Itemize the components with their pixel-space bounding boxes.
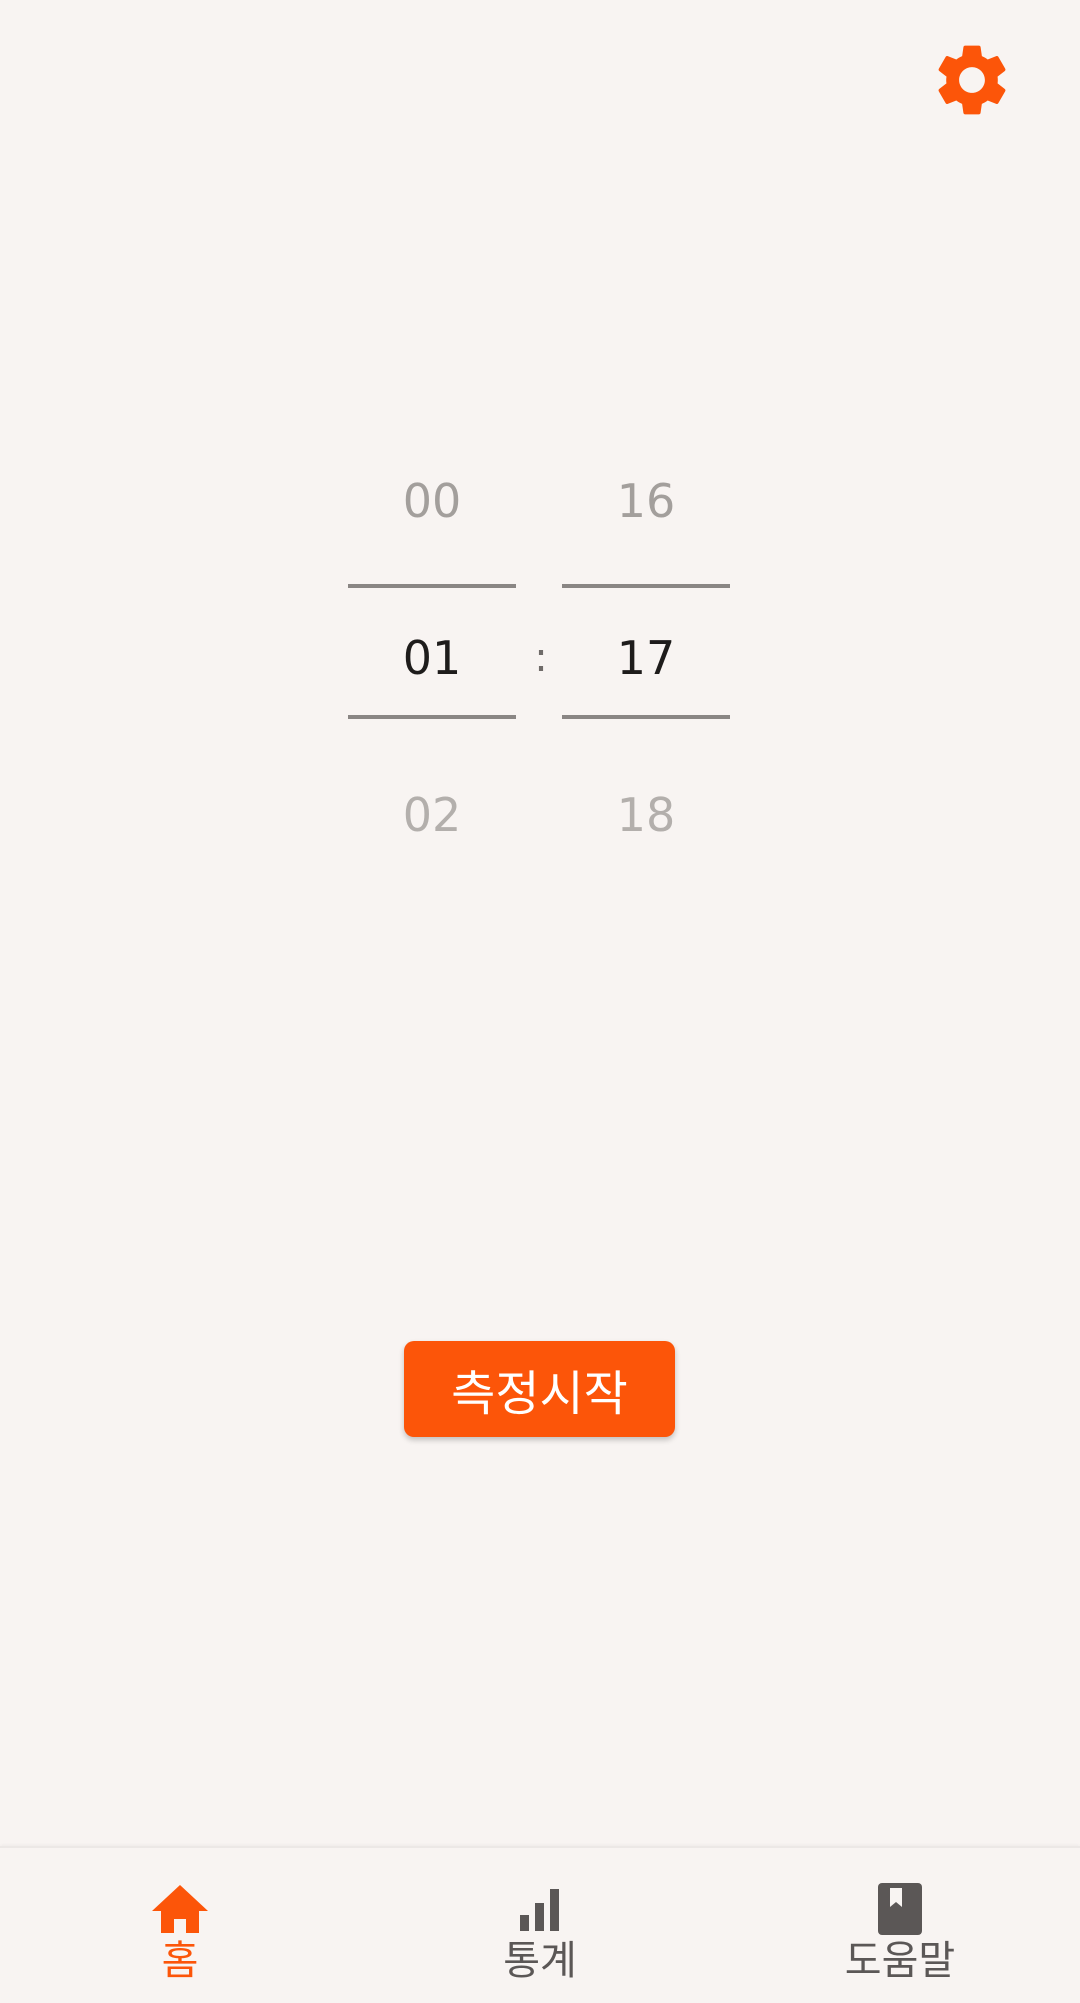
bottom-navigation: 홈 통계 도움말 (0, 1846, 1080, 2003)
minute-prev-value[interactable]: 16 (562, 466, 730, 536)
hour-picker[interactable]: 00 01 02 (348, 438, 516, 878)
hour-next-value[interactable]: 02 (348, 780, 516, 850)
minute-next-value[interactable]: 18 (562, 780, 730, 850)
hour-prev-value[interactable]: 00 (348, 466, 516, 536)
hour-divider-bottom (348, 715, 516, 719)
nav-item-help[interactable]: 도움말 (720, 1848, 1080, 2003)
gear-icon (929, 37, 1015, 127)
nav-label-home: 홈 (161, 1938, 199, 1984)
nav-label-stats: 통계 (503, 1938, 577, 1984)
nav-item-stats[interactable]: 통계 (360, 1848, 720, 2003)
minute-selected-value[interactable]: 17 (562, 623, 730, 693)
minute-picker[interactable]: 16 17 18 (562, 438, 730, 878)
start-measurement-button[interactable]: 측정시작 (404, 1341, 675, 1437)
nav-label-help: 도움말 (844, 1938, 956, 1984)
hour-divider-top (348, 584, 516, 588)
bar-chart-icon (360, 1882, 720, 1936)
settings-button[interactable] (926, 36, 1018, 128)
minute-divider-top (562, 584, 730, 588)
nav-item-home[interactable]: 홈 (0, 1848, 360, 2003)
time-separator: : (534, 635, 548, 681)
hour-selected-value[interactable]: 01 (348, 623, 516, 693)
home-icon (0, 1882, 360, 1936)
minute-divider-bottom (562, 715, 730, 719)
book-icon (720, 1882, 1080, 1936)
